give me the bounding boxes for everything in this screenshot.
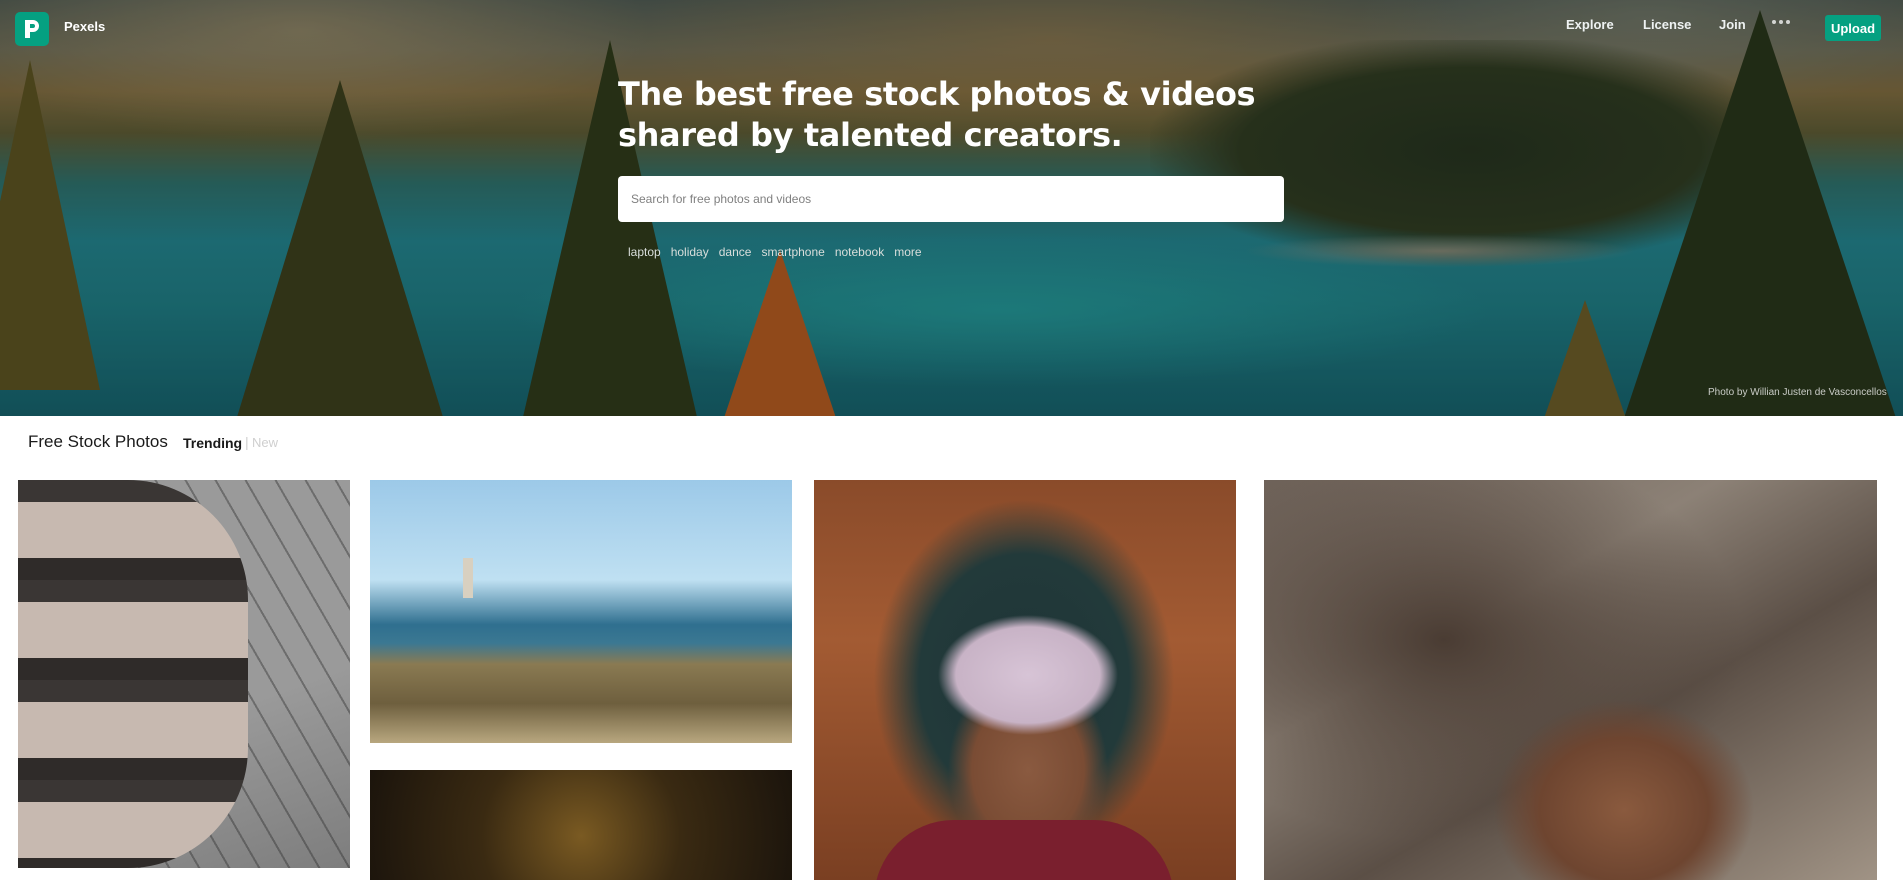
pexels-logo-icon[interactable] (15, 12, 49, 46)
tag-dance[interactable]: dance (719, 245, 752, 259)
tag-more[interactable]: more (894, 245, 921, 259)
photo-card-woman-rocks[interactable] (1264, 480, 1877, 880)
more-dots-icon[interactable] (1769, 14, 1793, 30)
dot (1772, 20, 1776, 24)
nav-join-link[interactable]: Join (1719, 17, 1746, 32)
filter-trending[interactable]: Trending (183, 435, 242, 451)
photo-credit[interactable]: Photo by Willian Justen de Vasconcellos (1708, 387, 1887, 398)
dot (1786, 20, 1790, 24)
photo-card-lighthouse-coast[interactable] (370, 480, 792, 743)
photo-card-confetti[interactable] (370, 770, 792, 880)
suggested-tags: laptop holiday dance smartphone notebook… (628, 245, 922, 259)
photo-card-man-beanie[interactable] (814, 480, 1236, 880)
filter-new[interactable]: New (252, 435, 278, 450)
dot (1779, 20, 1783, 24)
tag-smartphone[interactable]: smartphone (761, 245, 824, 259)
spiral-ramp (18, 480, 248, 868)
tag-laptop[interactable]: laptop (628, 245, 661, 259)
nav-explore-link[interactable]: Explore (1566, 17, 1614, 32)
filter-separator: | (245, 434, 249, 450)
search-input[interactable] (618, 176, 1284, 222)
section-title: Free Stock Photos (28, 432, 168, 451)
tag-notebook[interactable]: notebook (835, 245, 884, 259)
nav-license-link[interactable]: License (1643, 17, 1691, 32)
red-jacket (874, 820, 1174, 880)
upload-button[interactable]: Upload (1825, 15, 1881, 41)
search-box[interactable] (618, 176, 1284, 222)
brand-name[interactable]: Pexels (64, 19, 105, 34)
photo-card-parking-building[interactable] (18, 480, 350, 868)
hero-headline: The best free stock photos & videos shar… (618, 75, 1256, 154)
tag-holiday[interactable]: holiday (671, 245, 709, 259)
lighthouse (463, 558, 473, 598)
pexels-logo-glyph (25, 20, 39, 38)
